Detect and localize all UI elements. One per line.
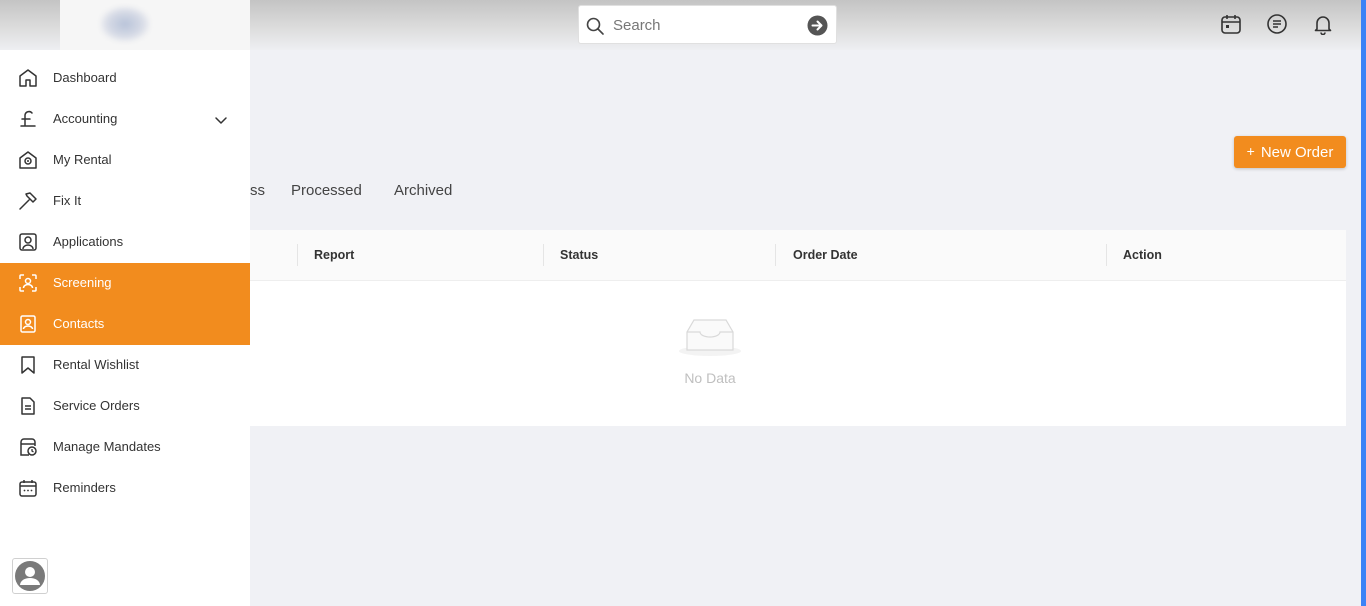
document-icon <box>21 397 35 415</box>
sidebar-item-label: My Rental <box>53 152 112 167</box>
search-input[interactable] <box>613 14 793 36</box>
calendar-icon <box>19 480 37 497</box>
search-box <box>578 5 837 44</box>
sidebar-item-label: Accounting <box>53 111 118 126</box>
tab-archived[interactable]: Archived <box>394 182 452 199</box>
sidebar-item-label: Service Orders <box>53 398 140 413</box>
new-order-button[interactable]: + New Order <box>1234 136 1346 168</box>
chevron-down-icon[interactable] <box>213 112 229 128</box>
sidebar-item-label: Rental Wishlist <box>53 357 139 372</box>
rental-icon <box>19 151 37 169</box>
sidebar-item-service-orders[interactable]: Service Orders <box>0 386 250 427</box>
home-icon <box>19 69 37 87</box>
sidebar-item-label: Reminders <box>53 480 116 495</box>
empty-state-text: No Data <box>684 370 736 386</box>
sidebar-item-label: Screening <box>53 275 112 290</box>
sidebar-item-contacts[interactable]: Contacts <box>0 304 250 345</box>
bookmark-icon <box>21 356 35 374</box>
sidebar-item-label: Dashboard <box>53 70 117 85</box>
column-header-report: Report <box>314 248 355 262</box>
search-icon <box>586 17 604 35</box>
empty-inbox-icon <box>679 319 741 356</box>
tab-in-progress[interactable]: ss <box>250 182 265 199</box>
arrow-right-circle-icon[interactable] <box>807 15 828 36</box>
sidebar-item-label: Applications <box>53 234 124 249</box>
chat-icon[interactable] <box>1266 13 1288 35</box>
column-divider <box>543 244 544 266</box>
sidebar-item-label: Contacts <box>53 316 105 331</box>
column-divider <box>297 244 298 266</box>
sidebar-item-reminders[interactable]: Reminders <box>0 468 250 509</box>
plus-icon: + <box>1246 142 1255 159</box>
sidebar-item-manage-mandates[interactable]: Manage Mandates <box>0 427 250 468</box>
column-header-status: Status <box>560 248 599 262</box>
tab-processed[interactable]: Processed <box>291 182 362 199</box>
pound-icon <box>20 110 36 127</box>
avatar[interactable] <box>12 558 48 594</box>
scrollbar[interactable] <box>1361 0 1366 606</box>
mandate-icon <box>20 438 37 456</box>
sidebar-item-my-rental[interactable]: My Rental <box>0 140 250 181</box>
contacts-icon <box>20 315 36 333</box>
logo <box>100 6 150 42</box>
column-divider <box>775 244 776 266</box>
sidebar-item-fix-it[interactable]: Fix It <box>0 181 250 222</box>
logo-area[interactable] <box>60 0 250 50</box>
table-header: Report Status Order Date Action <box>250 230 1346 281</box>
top-bar <box>0 0 1366 50</box>
sidebar-item-label: Manage Mandates <box>53 439 161 454</box>
sidebar-item-screening[interactable]: Screening <box>0 263 250 304</box>
column-divider <box>1106 244 1107 266</box>
calendar-icon[interactable] <box>1220 13 1242 35</box>
new-order-label: New Order <box>1260 143 1334 161</box>
column-header-order-date: Order Date <box>793 248 858 262</box>
sidebar-item-dashboard[interactable]: Dashboard <box>0 58 250 99</box>
sidebar: Dashboard Accounting My Rental Fix It Ap… <box>0 50 250 606</box>
column-header-action: Action <box>1123 248 1162 262</box>
orders-table: Report Status Order Date Action No Data <box>250 230 1346 426</box>
sidebar-item-applications[interactable]: Applications <box>0 222 250 263</box>
sidebar-item-accounting[interactable]: Accounting <box>0 99 250 140</box>
hammer-icon <box>19 192 37 210</box>
applications-icon <box>19 233 37 251</box>
user-icon <box>15 561 45 591</box>
sidebar-item-label: Fix It <box>53 193 82 208</box>
screening-icon <box>19 274 37 292</box>
sidebar-item-rental-wishlist[interactable]: Rental Wishlist <box>0 345 250 386</box>
bell-icon[interactable] <box>1312 13 1334 35</box>
